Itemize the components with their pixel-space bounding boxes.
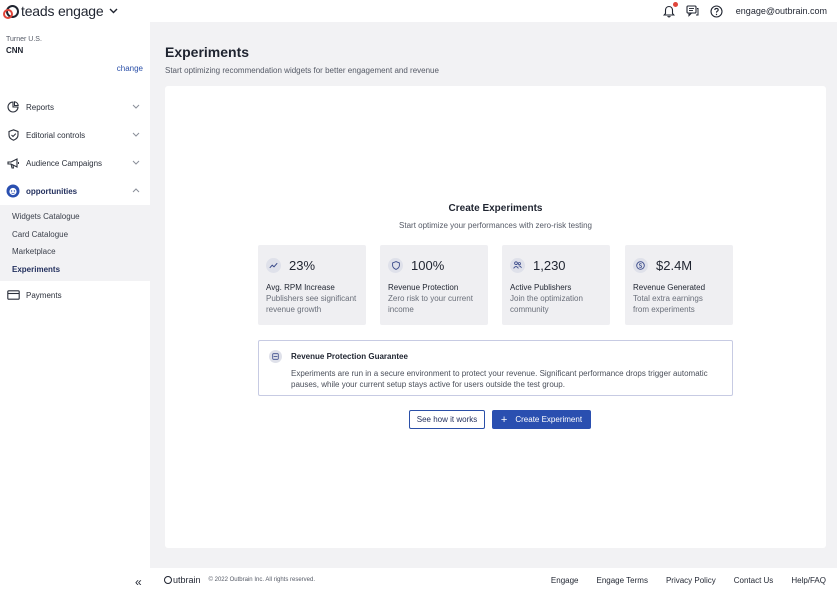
logo-text: teads engage	[21, 3, 104, 19]
sidebar-item-label: opportunities	[26, 186, 78, 196]
sidebar-item-opportunities[interactable]: opportunities	[0, 177, 150, 205]
stat-description: Publishers see significant revenue growt…	[266, 294, 358, 315]
page-title: Experiments	[165, 44, 250, 60]
sidebar-item-audience-campaigns[interactable]: Audience Campaigns	[0, 149, 150, 177]
sidebar-item-reports[interactable]: Reports	[0, 93, 150, 121]
see-how-it-works-button[interactable]: See how it works	[409, 410, 485, 429]
experiments-card: Create Experiments Start optimize your p…	[165, 86, 826, 548]
account-switcher: Turner U.S. CNN	[0, 22, 150, 93]
sidebar: Turner U.S. CNN change Reports Editorial…	[0, 22, 150, 592]
stat-description: Join the optimization community	[510, 294, 602, 315]
hero-subtitle: Start optimize your performances with ze…	[399, 221, 592, 230]
footer: utbrain © 2022 Outbrain Inc. All rights …	[150, 568, 837, 592]
change-account-link[interactable]: change	[117, 64, 143, 73]
help-icon[interactable]	[710, 4, 724, 18]
guarantee-text: Experiments are run in a secure environm…	[291, 369, 722, 390]
shield-icon	[388, 257, 403, 273]
megaphone-icon	[6, 156, 20, 170]
chevron-down-icon	[132, 158, 140, 167]
footer-link-privacy-policy[interactable]: Privacy Policy	[666, 576, 716, 585]
outbrain-logo-text: utbrain	[173, 575, 201, 585]
stat-description-line: from experiments	[633, 304, 695, 314]
stat-description: Total extra earnings from experiments	[633, 294, 725, 315]
subnav-item-marketplace[interactable]: Marketplace	[0, 243, 150, 261]
chat-icon[interactable]	[686, 4, 700, 18]
opportunities-subnav: Widgets Catalogue Card Catalogue Marketp…	[0, 205, 150, 281]
guarantee-title: Revenue Protection Guarantee	[291, 352, 408, 361]
account-org: Turner U.S.	[6, 36, 42, 43]
chevron-down-icon[interactable]	[109, 6, 118, 17]
notification-dot	[672, 2, 678, 7]
stat-value: 1,230	[533, 257, 566, 273]
opportunities-icon	[6, 184, 20, 198]
subnav-item-card-catalogue[interactable]: Card Catalogue	[0, 226, 150, 244]
chevron-down-icon	[132, 130, 140, 139]
teads-logo-icon	[3, 4, 19, 19]
chevron-down-icon	[132, 102, 140, 111]
payments-icon	[6, 288, 20, 302]
trend-icon	[266, 257, 281, 273]
footer-link-help-faq[interactable]: Help/FAQ	[791, 576, 826, 585]
hero-title: Create Experiments	[448, 203, 543, 214]
stat-title: Active Publishers	[510, 283, 572, 292]
sidebar-item-payments[interactable]: Payments	[0, 281, 150, 309]
revenue-guarantee-box: Revenue Protection Guarantee Experiments…	[258, 340, 733, 396]
guarantee-text-line: pauses, while your current setup stays a…	[291, 379, 565, 389]
outbrain-logo-icon	[164, 576, 172, 584]
sidebar-item-label: Editorial controls	[26, 130, 86, 140]
stat-title: Avg. RPM Increase	[266, 283, 335, 292]
sidebar-item-label: Payments	[26, 290, 62, 300]
reports-icon	[6, 100, 20, 114]
stat-value: 23%	[289, 257, 316, 273]
stat-description-line: Total extra earnings	[633, 294, 703, 303]
guarantee-text-line: Experiments are run in a secure environm…	[291, 369, 708, 378]
stat-title: Revenue Generated	[633, 283, 706, 292]
dollar-icon	[633, 257, 648, 273]
bell-icon[interactable]	[662, 2, 678, 18]
footer-links: Engage Engage Terms Privacy Policy Conta…	[533, 568, 826, 592]
subnav-item-widgets-catalogue[interactable]: Widgets Catalogue	[0, 208, 150, 226]
shield-icon	[6, 128, 20, 142]
copyright: © 2022 Outbrain Inc. All rights reserved…	[208, 577, 316, 583]
app-logo[interactable]: teads engage	[3, 0, 118, 22]
stat-card-publishers: 1,230 Active Publishers Join the optimiz…	[502, 245, 610, 325]
collapse-sidebar-button[interactable]: «	[135, 575, 142, 589]
create-experiment-label: Create Experiment	[515, 415, 583, 424]
chevron-up-icon	[132, 186, 140, 195]
stat-description-line: income	[388, 304, 414, 314]
lock-icon	[269, 350, 282, 363]
footer-link-engage-terms[interactable]: Engage Terms	[597, 576, 648, 585]
stat-description: Zero risk to your current income	[388, 294, 480, 315]
stat-description-line: Zero risk to your current	[388, 294, 473, 303]
stat-value: 100%	[411, 257, 445, 273]
top-bar: teads engage engage@outbrain.com	[0, 0, 837, 22]
footer-link-engage[interactable]: Engage	[551, 576, 579, 585]
stat-description-line: community	[510, 304, 549, 314]
create-experiment-button[interactable]: + Create Experiment	[492, 410, 591, 429]
user-email[interactable]: engage@outbrain.com	[736, 6, 827, 16]
sidebar-item-label: Audience Campaigns	[26, 158, 103, 168]
stat-card-protection: 100% Revenue Protection Zero risk to you…	[380, 245, 488, 325]
page-subtitle: Start optimizing recommendation widgets …	[165, 66, 439, 75]
outbrain-logo: utbrain	[164, 575, 201, 585]
stat-description-line: Publishers see significant	[266, 294, 357, 303]
stat-description-line: revenue growth	[266, 304, 322, 314]
sidebar-item-label: Reports	[26, 102, 55, 112]
plus-icon: +	[500, 413, 508, 426]
topbar-actions: engage@outbrain.com	[662, 0, 827, 22]
users-icon	[510, 257, 525, 273]
stat-title: Revenue Protection	[388, 283, 459, 292]
stat-card-revenue: $2.4M Revenue Generated Total extra earn…	[625, 245, 733, 325]
sidebar-item-editorial-controls[interactable]: Editorial controls	[0, 121, 150, 149]
account-name: CNN	[6, 46, 24, 55]
footer-link-contact-us[interactable]: Contact Us	[734, 576, 774, 585]
subnav-item-experiments[interactable]: Experiments	[0, 261, 150, 279]
stat-description-line: Join the optimization	[510, 294, 583, 303]
stat-card-rpm: 23% Avg. RPM Increase Publishers see sig…	[258, 245, 366, 325]
stat-value: $2.4M	[656, 257, 693, 273]
